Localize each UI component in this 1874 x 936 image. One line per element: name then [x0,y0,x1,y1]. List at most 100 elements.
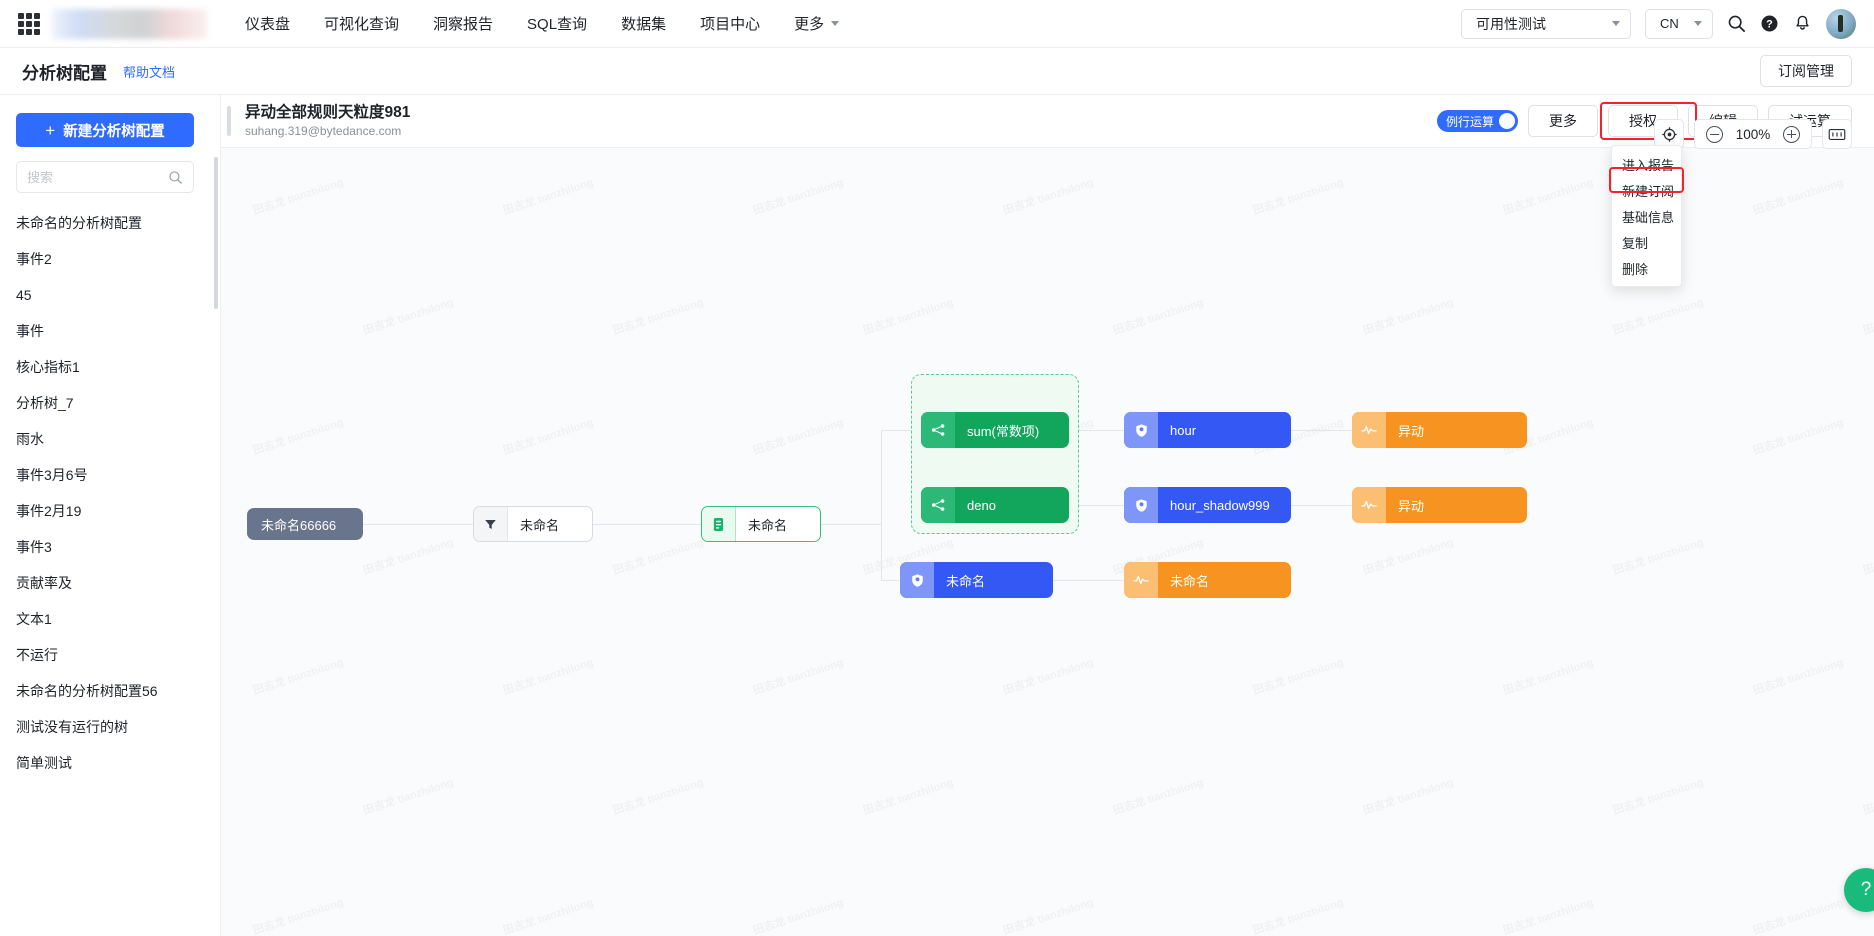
flow-node-label: sum(常数项) [967,423,1040,439]
sidebar-item-2[interactable]: 45 [0,277,220,313]
zoom-level-label: 100% [1735,126,1771,142]
zoom-out-icon[interactable] [1706,125,1723,143]
sidebar-item-0[interactable]: 未命名的分析树配置 [0,205,220,241]
flow-node-n11[interactable]: 未命名 [1124,562,1291,598]
metric-icon [921,487,955,523]
watermark: 田志龙 tianzhilong [1501,654,1595,698]
flow-node-n1[interactable]: 未命名66666 [247,508,363,540]
flow-edge [881,430,882,580]
flow-node-n9[interactable]: 异动 [1352,487,1527,523]
help-floating-button[interactable]: ? [1844,868,1874,912]
grid-apps-icon[interactable] [18,12,40,35]
sidebar-item-5[interactable]: 分析树_7 [0,385,220,421]
sidebar-item-label: 事件 [16,323,44,339]
page-title: 分析树配置 [22,63,107,83]
watermark: 田志龙 tianzhilong [751,654,845,698]
flow-edge [363,524,473,525]
sidebar-scrollbar[interactable] [214,157,218,309]
sidebar-item-15[interactable]: 简单测试 [0,745,220,781]
flow-node-n10[interactable]: 未命名 [900,562,1053,598]
sidebar-item-label: 核心指标1 [16,359,80,375]
brand-logo[interactable] [52,8,207,39]
help-doc-link[interactable]: 帮助文档 [123,62,175,81]
fit-to-screen-icon[interactable] [1822,119,1852,149]
watermark: 田志龙 tianzhilong [1861,294,1874,338]
sidebar-item-8[interactable]: 事件2月19 [0,493,220,529]
watermark: 田志龙 tianzhilong [1751,894,1845,936]
flow-node-n4[interactable]: sum(常数项) [921,412,1069,448]
flow-node-n6[interactable]: hour [1124,412,1291,448]
nav-item-insight-report[interactable]: 洞察报告 [433,13,493,34]
top-navigation-bar: 仪表盘 可视化查询 洞察报告 SQL查询 数据集 项目中心 更多 可用性测试 C… [0,0,1874,48]
search-icon[interactable] [1727,14,1746,33]
watermark: 田志龙 tianzhilong [1111,774,1205,818]
watermark: 田志龙 tianzhilong [1251,894,1345,936]
nav-item-more[interactable]: 更多 [794,13,840,34]
dropdown-item-new-subscription[interactable]: 新建订阅 [1612,177,1681,203]
sidebar-item-12[interactable]: 不运行 [0,637,220,673]
watermark: 田志龙 tianzhilong [1861,774,1874,818]
notification-icon[interactable] [1793,14,1812,33]
watermark: 田志龙 tianzhilong [1611,774,1705,818]
watermark: 田志龙 tianzhilong [861,774,955,818]
dropdown-item-delete[interactable]: 删除 [1612,255,1681,281]
watermark: 田志龙 tianzhilong [611,294,705,338]
sidebar-item-3[interactable]: 事件 [0,313,220,349]
sidebar-item-label: 事件2月19 [16,503,82,519]
subscription-management-button[interactable]: 订阅管理 [1760,55,1852,87]
nav-item-sql-query[interactable]: SQL查询 [527,13,587,34]
flow-node-label: 异动 [1398,423,1425,439]
search-input[interactable] [27,169,168,185]
flow-node-label: 未命名 [946,573,986,589]
sidebar-item-14[interactable]: 测试没有运行的树 [0,709,220,745]
flow-node-n5[interactable]: deno [921,487,1069,523]
flow-edge [593,524,701,525]
sidebar: + 新建分析树配置 未命名的分析树配置事件2 45 事件核心指标1 分析树_7 雨水事件… [0,95,221,936]
dropdown-item-copy[interactable]: 复制 [1612,229,1681,255]
flow-node-label: 未命名 [748,517,788,533]
avatar[interactable] [1826,8,1856,39]
sidebar-item-7[interactable]: 事件3月6号 [0,457,220,493]
sidebar-item-4[interactable]: 核心指标1 [0,349,220,385]
analysis-tree-title: 异动全部规则天粒度981 [245,103,411,121]
content-title-block: 异动全部规则天粒度981 suhang.319@bytedance.com [245,104,410,139]
help-icon[interactable]: ? [1760,14,1779,33]
zoom-in-icon[interactable] [1783,125,1800,143]
environment-select[interactable]: 可用性测试 [1461,8,1631,39]
more-button[interactable]: 更多 [1528,105,1598,137]
flow-edge [881,580,900,581]
watermark: 田志龙 tianzhilong [361,534,455,578]
routine-compute-toggle[interactable]: 例行运算 [1436,110,1518,132]
nav-item-visual-query[interactable]: 可视化查询 [324,13,399,34]
nav-item-dashboard[interactable]: 仪表盘 [245,13,290,34]
dropdown-item-basic-info[interactable]: 基础信息 [1612,203,1681,229]
watermark: 田志龙 tianzhilong [861,294,955,338]
sidebar-item-1[interactable]: 事件2 [0,241,220,277]
flow-node-n3[interactable]: 未命名 [701,506,821,542]
sidebar-item-label: 不运行 [16,647,58,663]
dropdown-item-enter-report[interactable]: 进入报告 [1612,151,1681,177]
language-select[interactable]: CN [1645,8,1713,39]
anomaly-icon [1124,562,1158,598]
sidebar-item-9[interactable]: 事件3 [0,529,220,565]
flow-node-n7[interactable]: hour_shadow999 [1124,487,1291,523]
sidebar-item-label: 测试没有运行的树 [16,719,128,735]
flow-node-n2[interactable]: 未命名 [473,506,593,542]
new-analysis-tree-button[interactable]: + 新建分析树配置 [16,113,194,147]
nav-item-project-center[interactable]: 项目中心 [700,13,760,34]
anomaly-icon [1352,412,1386,448]
dimension-icon [1124,487,1158,523]
nav-item-dataset[interactable]: 数据集 [621,13,666,34]
sidebar-item-label: 文本1 [16,611,52,627]
sidebar-search[interactable] [16,161,194,193]
watermark: 田志龙 tianzhilong [1611,534,1705,578]
content-header: 异动全部规则天粒度981 suhang.319@bytedance.com 例行… [221,95,1874,148]
sidebar-item-6[interactable]: 雨水 [0,421,220,457]
analysis-tree-list: 未命名的分析树配置 事件2 45 事件核心指标1 分析树_7 雨水事件3月6号事件2月19… [0,205,220,781]
sidebar-item-10[interactable]: 贡献率及 [0,565,220,601]
zoom-control-group: 100% [1694,119,1812,149]
flow-node-n8[interactable]: 异动 [1352,412,1527,448]
sidebar-item-13[interactable]: 未命名的分析树配置56 [0,673,220,709]
sidebar-item-label: 雨水 [16,431,44,447]
sidebar-item-11[interactable]: 文本1 [0,601,220,637]
